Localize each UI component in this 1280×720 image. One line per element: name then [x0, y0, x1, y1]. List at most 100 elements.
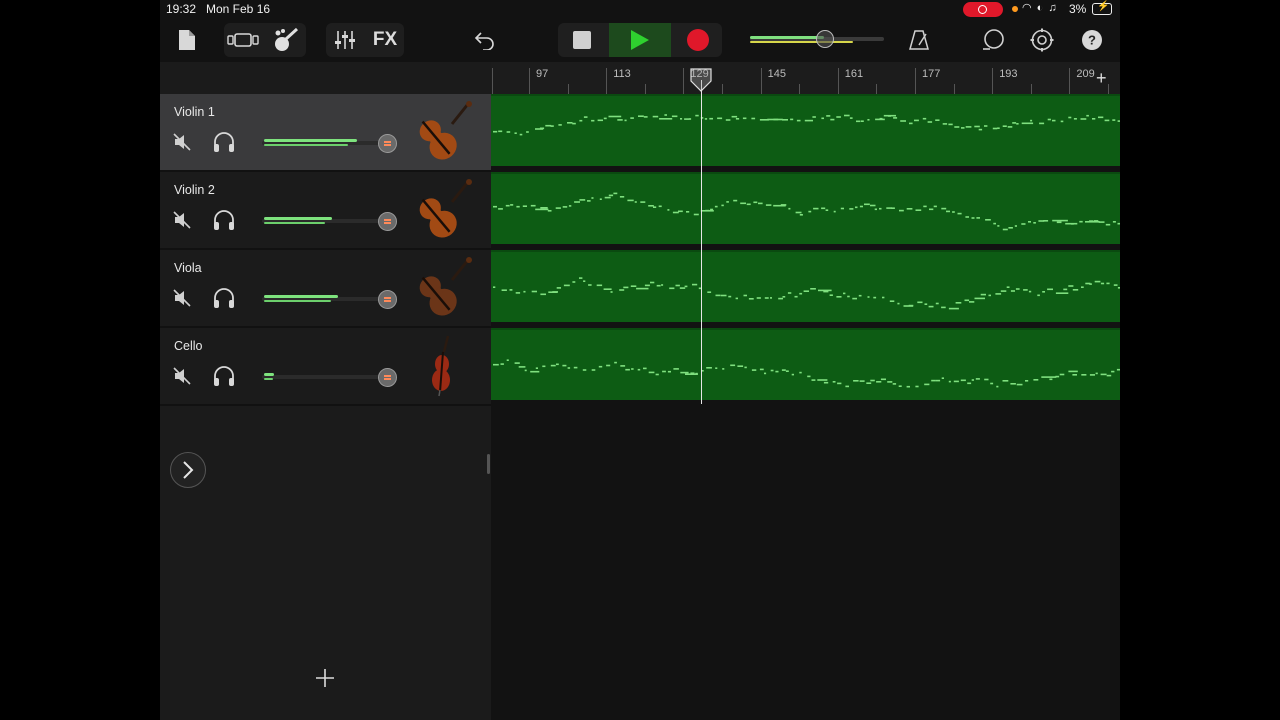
- midi-region[interactable]: [491, 328, 1120, 400]
- stop-icon: [573, 31, 591, 49]
- instrument-icon[interactable]: [410, 256, 480, 322]
- status-bar: 19:32 Mon Feb 16 ◠ ◐ ♫ 3%: [160, 0, 1120, 20]
- track-headers-panel: Violin 1 Violin 2 Viola Cello: [160, 62, 491, 720]
- mixer-button[interactable]: [330, 22, 360, 58]
- midi-region[interactable]: [491, 172, 1120, 244]
- toolbar: FX ?: [160, 20, 1120, 62]
- instrument-icon[interactable]: [410, 334, 480, 400]
- solo-button[interactable]: [212, 131, 236, 153]
- undo-button[interactable]: [470, 22, 500, 58]
- track-header[interactable]: Cello: [160, 328, 491, 406]
- instrument-icon[interactable]: [410, 178, 480, 244]
- fx-button[interactable]: FX: [368, 22, 402, 58]
- play-icon: [631, 30, 649, 50]
- gear-icon: [1030, 28, 1054, 52]
- midi-region[interactable]: [491, 94, 1120, 166]
- headphones-icon: [214, 132, 234, 152]
- play-button[interactable]: [622, 22, 658, 58]
- ruler-tick: [953, 84, 955, 94]
- track-header[interactable]: Violin 1: [160, 94, 491, 172]
- loops-button[interactable]: [980, 22, 1008, 58]
- volume-fill: [264, 295, 338, 298]
- metronome-button[interactable]: [906, 22, 932, 58]
- tracks-area[interactable]: [491, 94, 1120, 720]
- resize-handle[interactable]: [487, 454, 490, 474]
- violin-icon: [275, 27, 299, 51]
- track-header[interactable]: Viola: [160, 250, 491, 328]
- pan-knob[interactable]: [378, 212, 397, 231]
- headphones-icon: [214, 210, 234, 230]
- stop-button[interactable]: [565, 22, 599, 58]
- ruler-bar-number: 209: [1076, 68, 1095, 80]
- add-section-button[interactable]: +: [1096, 68, 1107, 89]
- ruler-tick: [683, 68, 685, 94]
- track-header[interactable]: Violin 2: [160, 172, 491, 250]
- track-volume-slider[interactable]: [262, 134, 398, 153]
- garageband-screen: 19:32 Mon Feb 16 ◠ ◐ ♫ 3% FX: [160, 0, 1120, 720]
- wifi-icon: ◠ ◐ ♫: [1022, 2, 1058, 14]
- ruler-bar-number: 113: [613, 68, 631, 80]
- speaker-muted-icon: [173, 289, 191, 307]
- track-volume-slider[interactable]: [262, 290, 398, 309]
- ruler-tick: [606, 68, 608, 94]
- my-songs-button[interactable]: [174, 22, 200, 58]
- solo-button[interactable]: [212, 365, 236, 387]
- expand-track-headers-button[interactable]: [170, 452, 206, 488]
- smart-strings-button[interactable]: [268, 22, 304, 58]
- ruler-tick: [992, 68, 994, 94]
- mute-button[interactable]: [172, 288, 192, 308]
- master-volume-knob[interactable]: [816, 30, 834, 48]
- speaker-muted-icon: [173, 133, 191, 151]
- undo-icon: [474, 32, 494, 50]
- mixer-sliders-icon: [335, 31, 355, 49]
- settings-button[interactable]: [1028, 22, 1056, 58]
- ruler-tick: [644, 84, 646, 94]
- track-name: Violin 1: [174, 105, 215, 119]
- ruler-tick: [837, 68, 839, 94]
- speaker-muted-icon: [173, 211, 191, 229]
- headphones-icon: [214, 366, 234, 386]
- add-track-button[interactable]: [312, 665, 338, 691]
- volume-track: [262, 375, 386, 379]
- violin-icon: [419, 257, 472, 316]
- mute-button[interactable]: [172, 132, 192, 152]
- help-button[interactable]: ?: [1078, 22, 1106, 58]
- track-name: Viola: [174, 261, 202, 275]
- track-volume-slider[interactable]: [262, 212, 398, 231]
- mute-button[interactable]: [172, 366, 192, 386]
- midi-notes: [493, 114, 1120, 136]
- volume-fill: [264, 139, 357, 142]
- mute-button[interactable]: [172, 210, 192, 230]
- playhead-line[interactable]: [701, 80, 702, 404]
- bar-ruler[interactable]: 97113129145161177193209 +: [491, 62, 1120, 94]
- ruler-bar-number: 97: [536, 68, 549, 80]
- tracks-view-icon: [227, 33, 259, 47]
- volume-level: [264, 378, 273, 380]
- track-name: Violin 2: [174, 183, 215, 197]
- instrument-icon[interactable]: [410, 100, 480, 166]
- track-volume-slider[interactable]: [262, 368, 398, 387]
- speaker-muted-icon: [173, 367, 191, 385]
- volume-level: [264, 144, 348, 146]
- ruler-tick: [876, 84, 878, 94]
- ruler-bar-number: 177: [922, 68, 941, 80]
- midi-region[interactable]: [491, 250, 1120, 322]
- pan-knob[interactable]: [378, 134, 397, 153]
- solo-button[interactable]: [212, 287, 236, 309]
- solo-button[interactable]: [212, 209, 236, 231]
- violin-icon: [419, 101, 472, 160]
- pan-knob[interactable]: [378, 290, 397, 309]
- volume-level: [264, 222, 325, 224]
- battery-percent: 3%: [1069, 2, 1087, 16]
- ruler-tick: [567, 84, 569, 94]
- ruler-tick: [1069, 68, 1071, 94]
- mic-indicator-icon: [1012, 6, 1018, 12]
- record-button[interactable]: [680, 22, 716, 58]
- screen-recording-icon: [963, 2, 1003, 17]
- pan-knob[interactable]: [378, 368, 397, 387]
- volume-level: [264, 300, 331, 302]
- playhead-marker[interactable]: [690, 68, 712, 92]
- headphones-icon: [214, 288, 234, 308]
- master-volume-slider[interactable]: [750, 30, 884, 48]
- browser-button[interactable]: [226, 22, 262, 58]
